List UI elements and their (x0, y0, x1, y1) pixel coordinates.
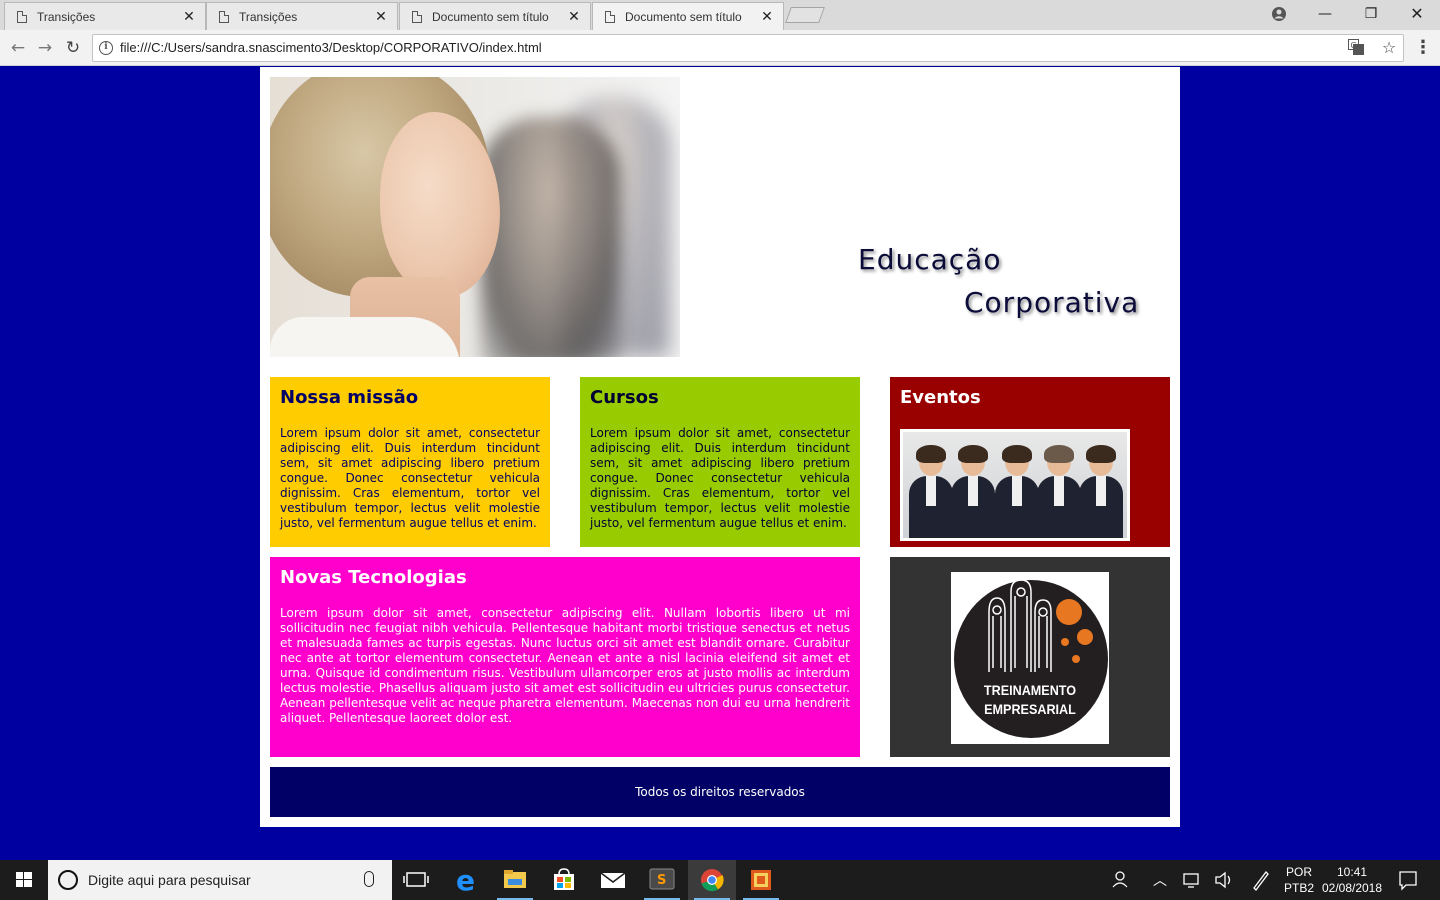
header-photo (270, 77, 680, 357)
document-icon (219, 10, 229, 23)
minimize-icon[interactable]: — (1302, 0, 1348, 30)
pen-ink-icon[interactable] (1248, 860, 1272, 900)
document-icon (412, 10, 422, 23)
edge-icon[interactable]: e (443, 860, 491, 900)
browser-tab[interactable]: Transições ✕ (4, 2, 206, 30)
mission-box: Nossa missão Lorem ipsum dolor sit amet,… (270, 377, 550, 547)
logo-text-line2: EMPRESARIAL (984, 701, 1076, 717)
tab-title: Transições (37, 9, 96, 24)
browser-tab[interactable]: Transições ✕ (206, 2, 398, 30)
mission-text: Lorem ipsum dolor sit amet, consectetur … (280, 426, 540, 530)
mail-icon[interactable] (589, 860, 637, 900)
site-info-icon[interactable]: i (99, 41, 113, 55)
new-tech-text: Lorem ipsum dolor sit amet, consectetur … (280, 606, 850, 725)
translate-icon[interactable]: G (1347, 39, 1365, 57)
profile-icon[interactable] (1256, 0, 1302, 30)
courses-title: Cursos (590, 387, 659, 408)
forward-icon[interactable]: → (33, 36, 57, 60)
app-icon[interactable] (737, 860, 785, 900)
browser-tab[interactable]: Documento sem título ✕ (399, 2, 591, 30)
clock[interactable]: 10:41 02/08/2018 (1318, 860, 1386, 900)
chrome-icon[interactable] (688, 860, 736, 900)
new-tab-button[interactable] (785, 7, 825, 23)
new-tech-title: Novas Tecnologias (280, 567, 467, 588)
events-box: Eventos (890, 377, 1170, 547)
svg-text:e: e (456, 864, 475, 897)
brand-title-line1: Educação (858, 243, 1002, 276)
restore-icon[interactable]: ❐ (1348, 0, 1394, 30)
events-photo (900, 429, 1130, 541)
logo-text-line1: TREINAMENTO (983, 682, 1077, 698)
sublime-text-icon[interactable]: S (638, 860, 686, 900)
training-box: TREINAMENTO EMPRESARIAL (890, 557, 1170, 757)
action-center-icon[interactable] (1392, 860, 1424, 900)
search-placeholder: Digite aqui para pesquisar (88, 872, 251, 888)
tab-title: Documento sem título (432, 9, 549, 24)
events-title: Eventos (900, 387, 981, 408)
language-indicator[interactable]: POR PTB2 (1280, 860, 1318, 900)
store-icon[interactable] (540, 860, 588, 900)
mission-title: Nossa missão (280, 387, 419, 408)
clock-time: 10:41 (1336, 865, 1368, 879)
keyboard-layout: PTB2 (1283, 881, 1314, 895)
reload-icon[interactable]: ↻ (61, 36, 85, 60)
browser-toolbar: ← → ↻ i file:///C:/Users/sandra.snascime… (0, 30, 1440, 66)
courses-text: Lorem ipsum dolor sit amet, consectetur … (590, 426, 850, 530)
browser-tab-active[interactable]: Documento sem título ✕ (592, 2, 784, 30)
close-tab-icon[interactable]: ✕ (566, 9, 582, 25)
clock-date: 02/08/2018 (1321, 881, 1383, 895)
start-button[interactable] (0, 860, 48, 900)
page-container: Educação Corporativa Nossa missão Lorem … (260, 67, 1180, 827)
training-logo: TREINAMENTO EMPRESARIAL (951, 572, 1109, 744)
microphone-icon[interactable] (364, 871, 374, 887)
close-window-icon[interactable]: ✕ (1394, 0, 1440, 30)
page-footer: Todos os direitos reservados (270, 767, 1170, 817)
back-icon[interactable]: ← (6, 36, 30, 60)
language-code: POR (1285, 865, 1312, 879)
windows-taskbar: Digite aqui para pesquisar e S ︿ POR PTB… (0, 860, 1440, 900)
volume-icon[interactable] (1212, 860, 1236, 900)
tab-title: Documento sem título (625, 9, 742, 24)
svg-text:G: G (1351, 41, 1357, 50)
url-text: file:///C:/Users/sandra.snascimento3/Des… (120, 40, 542, 55)
windows-logo-icon (16, 872, 32, 887)
show-hidden-icons-chevron-up-icon[interactable]: ︿ (1148, 860, 1172, 900)
close-tab-icon[interactable]: ✕ (373, 9, 389, 25)
task-view-icon[interactable] (392, 860, 440, 900)
close-tab-icon[interactable]: ✕ (759, 9, 775, 25)
new-tech-box: Novas Tecnologias Lorem ipsum dolor sit … (270, 557, 860, 757)
cortana-icon (58, 870, 78, 890)
people-icon[interactable] (1108, 860, 1134, 900)
tab-title: Transições (239, 9, 298, 24)
file-explorer-icon[interactable] (491, 860, 539, 900)
taskbar-search[interactable]: Digite aqui para pesquisar (48, 860, 392, 900)
browser-menu-icon[interactable]: ⋮ (1414, 38, 1432, 58)
close-tab-icon[interactable]: ✕ (181, 9, 197, 25)
browser-tab-strip: Transições ✕ Transições ✕ Documento sem … (0, 0, 1440, 30)
document-icon (605, 10, 615, 23)
courses-box: Cursos Lorem ipsum dolor sit amet, conse… (580, 377, 860, 547)
brand-title-line2: Corporativa (964, 286, 1140, 319)
address-bar[interactable]: i file:///C:/Users/sandra.snascimento3/D… (92, 34, 1404, 62)
network-icon[interactable] (1180, 860, 1204, 900)
document-icon (17, 10, 27, 23)
bookmark-star-icon[interactable]: ☆ (1380, 39, 1398, 57)
svg-text:S: S (657, 873, 666, 888)
